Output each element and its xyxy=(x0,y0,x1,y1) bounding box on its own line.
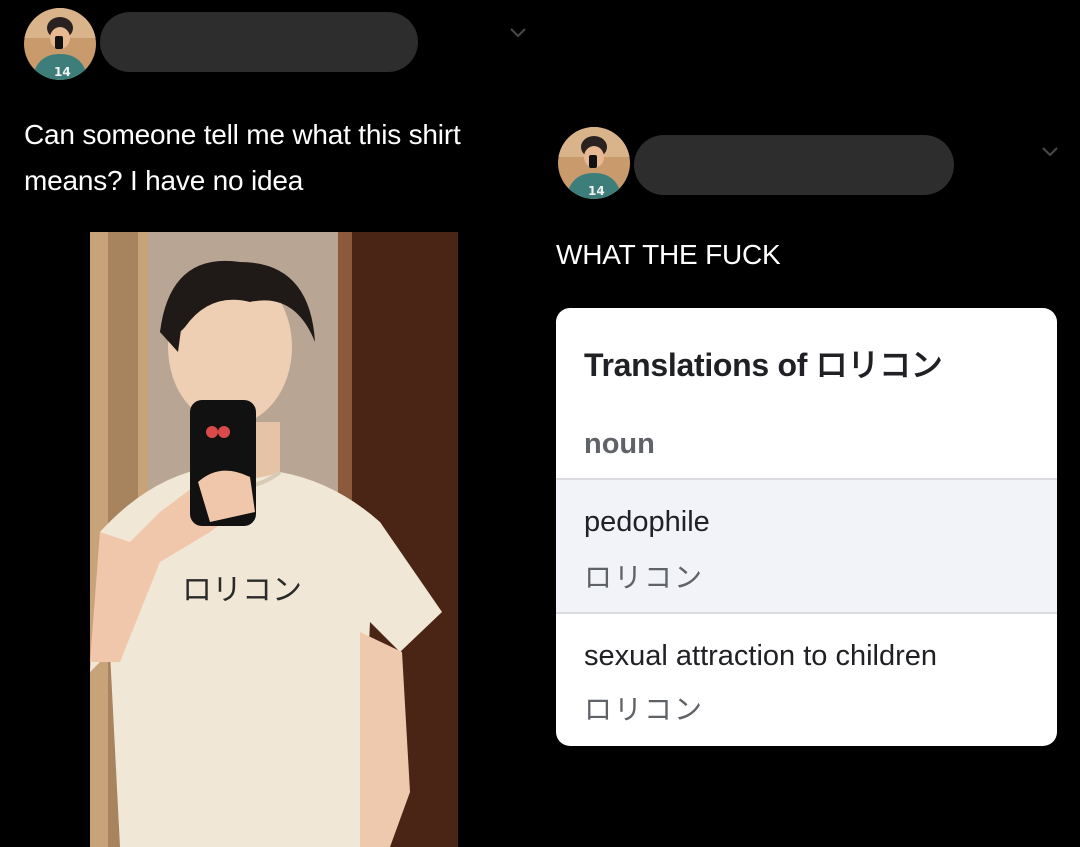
user-avatar-icon: 14 xyxy=(558,127,630,199)
translation-word: pedophile xyxy=(584,506,710,538)
card-divider xyxy=(556,612,1057,614)
left-tweet-avatar[interactable]: 14 xyxy=(24,8,96,80)
left-username-redaction xyxy=(100,12,418,72)
left-tweet-text-line2: means? I have no idea xyxy=(24,165,304,196)
svg-text:14: 14 xyxy=(588,184,605,198)
right-chevron-down-icon[interactable] xyxy=(1040,145,1060,159)
left-chevron-down-icon[interactable] xyxy=(508,26,528,40)
translation-reverse: ロリコン xyxy=(584,561,705,594)
svg-text:14: 14 xyxy=(54,65,71,79)
shirt-text: ロリコン xyxy=(182,573,302,608)
user-avatar-icon: 14 xyxy=(24,8,96,80)
left-tweet-text-line1: Can someone tell me what this shirt xyxy=(24,119,461,150)
right-tweet-avatar[interactable]: 14 xyxy=(558,127,630,199)
part-of-speech: noun xyxy=(584,428,655,460)
translation-card: Translations of ロリコン noun pedophile ロリコン… xyxy=(556,308,1057,746)
left-tweet-text: Can someone tell me what this shirt mean… xyxy=(24,112,461,204)
card-title: Translations of ロリコン xyxy=(584,347,943,383)
right-username-redaction xyxy=(634,135,954,195)
translation-reverse: ロリコン xyxy=(584,693,705,726)
translation-word[interactable]: sexual attraction to children xyxy=(584,640,937,673)
right-tweet-text: WHAT THE FUCK xyxy=(556,239,781,270)
tweet-photo[interactable]: ロリコン xyxy=(90,232,458,847)
